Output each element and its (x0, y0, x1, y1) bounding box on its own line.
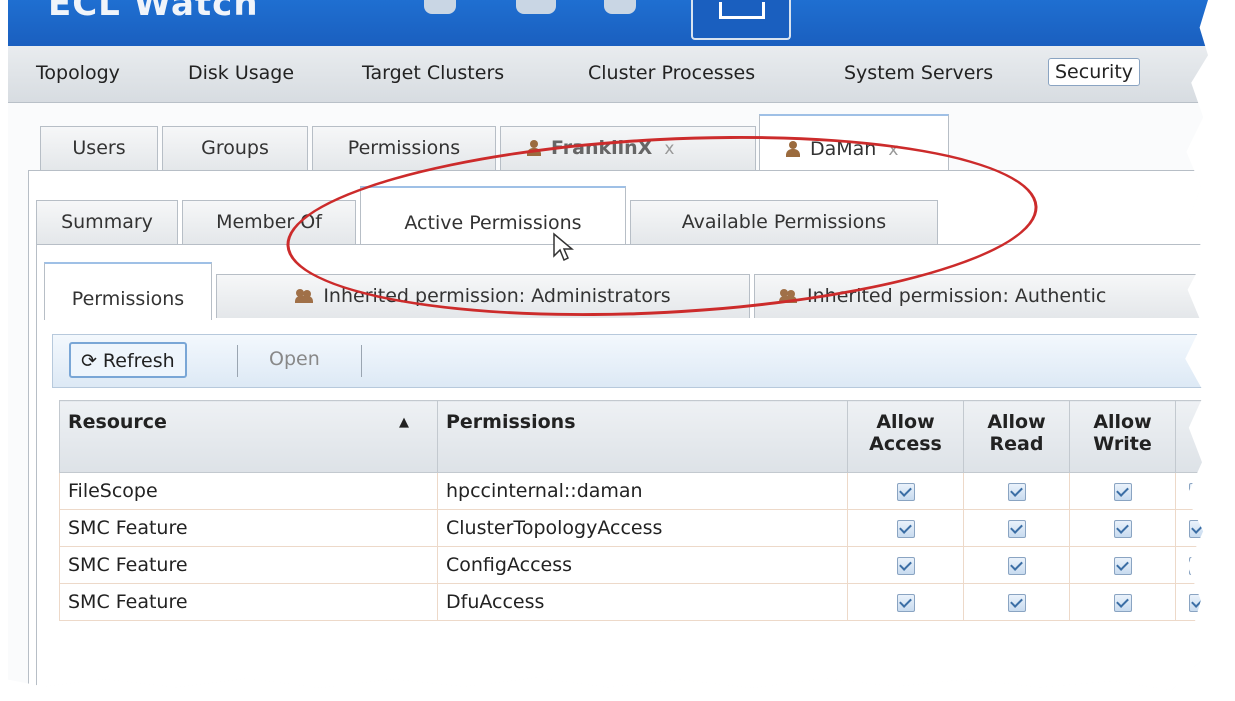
table-row[interactable]: SMC Feature ClusterTopologyAccess (59, 509, 1208, 547)
cell-allow-write (1069, 583, 1176, 621)
tab-permissions-own[interactable]: Permissions (44, 262, 212, 320)
column-header-permissions[interactable]: Permissions (437, 400, 848, 473)
cell-allow-write (1069, 472, 1176, 510)
toolbar-divider (361, 345, 362, 377)
monitor-icon[interactable] (691, 0, 791, 40)
menu-disk-usage[interactable]: Disk Usage (182, 60, 300, 86)
cell-truncated (1175, 472, 1208, 510)
app-title: ECL Watch (48, 0, 259, 24)
main-menu: Topology Disk Usage Target Clusters Clus… (8, 46, 1208, 103)
toolbar-divider (237, 345, 238, 377)
grid-toolbar: ⟳ Refresh Open (52, 334, 1208, 388)
sort-ascending-icon: ▲ (399, 415, 409, 430)
checkbox[interactable] (896, 482, 915, 501)
tab-groups[interactable]: Groups (162, 126, 308, 170)
gear-icon[interactable] (424, 0, 456, 14)
refresh-label: Refresh (102, 350, 175, 372)
checkbox[interactable] (896, 593, 915, 612)
checkbox[interactable] (1113, 482, 1132, 501)
cell-allow-read (963, 472, 1070, 510)
tab-users[interactable]: Users (40, 126, 158, 170)
menu-system-servers[interactable]: System Servers (838, 60, 999, 86)
column-header-allow-access[interactable]: Allow Access (847, 400, 964, 473)
tab-permissions-own-label: Permissions (71, 288, 185, 310)
checkbox[interactable] (1188, 556, 1207, 575)
cell-allow-write (1069, 546, 1176, 584)
tab-permissions-label: Permissions (347, 137, 461, 159)
cell-allow-read (963, 546, 1070, 584)
checkbox[interactable] (1113, 593, 1132, 612)
tab-groups-label: Groups (201, 137, 269, 159)
refresh-icon: ⟳ (81, 350, 97, 372)
cell-allow-read (963, 583, 1070, 621)
cell-permissions: ConfigAccess (437, 546, 848, 584)
column-permissions-label: Permissions (446, 411, 576, 433)
column-allow-read-label: Allow Read (987, 411, 1046, 455)
checkbox[interactable] (1007, 519, 1026, 538)
cell-permissions: DfuAccess (437, 583, 848, 621)
settings-icon[interactable] (604, 0, 636, 14)
menu-target-clusters[interactable]: Target Clusters (356, 60, 510, 86)
cell-truncated (1175, 546, 1208, 584)
screenshot-frame: ECL Watch Topology Disk Usage Target Clu… (8, 0, 1208, 690)
cell-allow-read (963, 509, 1070, 547)
cell-permissions: hpccinternal::daman (437, 472, 848, 510)
column-header-truncated[interactable] (1175, 400, 1208, 473)
tab-summary[interactable]: Summary (36, 200, 178, 244)
menu-security[interactable]: Security (1048, 58, 1141, 86)
table-row[interactable]: SMC Feature ConfigAccess (59, 546, 1208, 584)
column-resource-label: Resource (68, 411, 167, 433)
column-allow-write-label: Allow Write (1093, 411, 1152, 455)
cell-truncated (1175, 509, 1208, 547)
checkbox[interactable] (1113, 519, 1132, 538)
checkbox[interactable] (1188, 593, 1207, 612)
cell-allow-access (847, 546, 964, 584)
mouse-cursor-icon (553, 232, 574, 262)
database-icon[interactable] (516, 0, 556, 14)
title-bar: ECL Watch (8, 0, 1208, 46)
checkbox[interactable] (1188, 519, 1207, 538)
checkbox[interactable] (896, 556, 915, 575)
cell-truncated (1175, 583, 1208, 621)
cell-permissions: ClusterTopologyAccess (437, 509, 848, 547)
tab-summary-label: Summary (61, 211, 153, 233)
menu-topology[interactable]: Topology (30, 60, 126, 86)
cell-resource: SMC Feature (59, 583, 438, 621)
cell-allow-access (847, 509, 964, 547)
menu-cluster-processes[interactable]: Cluster Processes (582, 60, 761, 86)
permissions-grid: Resource ▲ Permissions Allow Access Allow… (59, 400, 1208, 621)
cell-resource: SMC Feature (59, 546, 438, 584)
group-icon (295, 289, 314, 303)
checkbox[interactable] (896, 519, 915, 538)
checkbox[interactable] (1007, 593, 1026, 612)
cell-resource: SMC Feature (59, 509, 438, 547)
checkbox[interactable] (1188, 482, 1207, 501)
checkbox[interactable] (1113, 556, 1132, 575)
column-header-resource[interactable]: Resource ▲ (59, 400, 438, 473)
column-allow-access-label: Allow Access (869, 411, 942, 455)
refresh-button[interactable]: ⟳ Refresh (69, 342, 187, 378)
checkbox[interactable] (1007, 556, 1026, 575)
table-row[interactable]: SMC Feature DfuAccess (59, 583, 1208, 621)
cell-allow-write (1069, 509, 1176, 547)
checkbox[interactable] (1007, 482, 1026, 501)
open-button[interactable]: Open (259, 342, 330, 378)
cell-allow-access (847, 472, 964, 510)
table-row[interactable]: FileScope hpccinternal::daman (59, 472, 1208, 510)
tab-users-label: Users (72, 137, 126, 159)
column-header-allow-read[interactable]: Allow Read (963, 400, 1070, 473)
cell-resource: FileScope (59, 472, 438, 510)
column-header-allow-write[interactable]: Allow Write (1069, 400, 1176, 473)
cell-allow-access (847, 583, 964, 621)
